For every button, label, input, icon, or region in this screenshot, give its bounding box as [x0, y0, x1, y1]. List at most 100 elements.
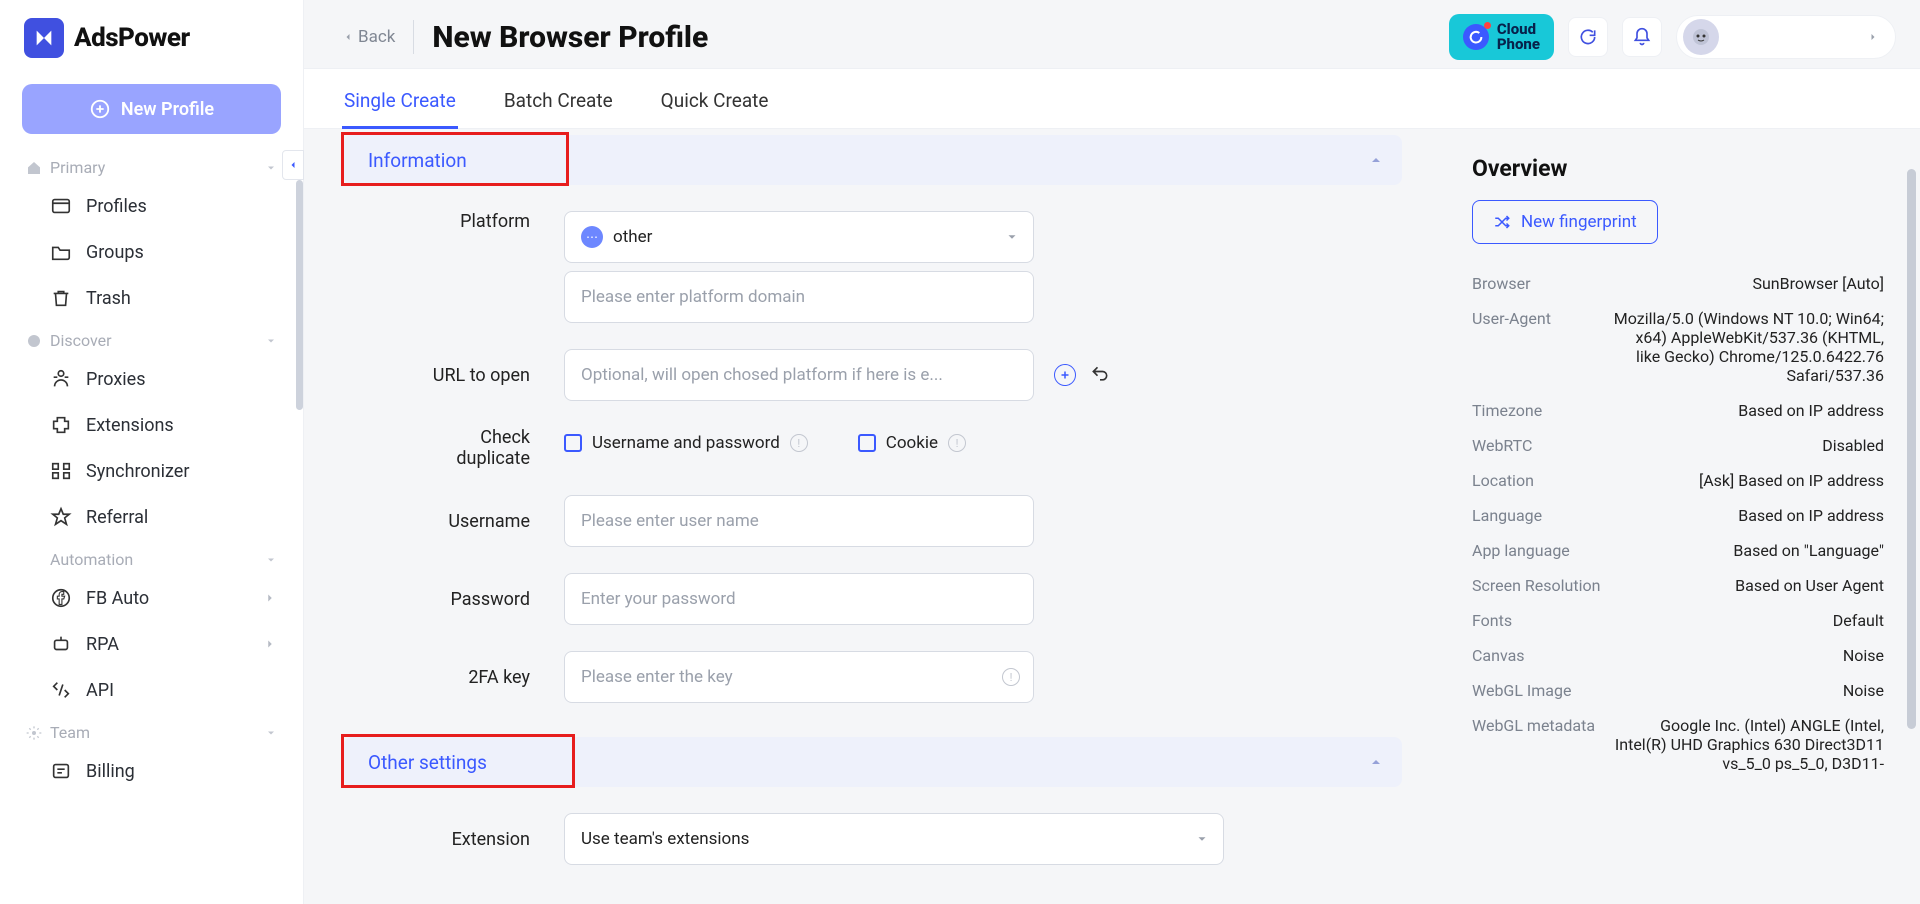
sidebar-item-rpa[interactable]: RPA [0, 621, 303, 667]
sidebar-item-fbauto[interactable]: FB Auto [0, 575, 303, 621]
overview-value: [Ask] Based on IP address [1610, 471, 1884, 490]
shuffle-icon [1493, 213, 1511, 231]
extension-select[interactable]: Use team's extensions [564, 813, 1224, 865]
tab-single-create[interactable]: Single Create [342, 79, 458, 128]
star-icon [50, 506, 72, 528]
platform-domain-input[interactable] [564, 271, 1034, 323]
tab-quick-create[interactable]: Quick Create [659, 79, 771, 128]
tfa-input[interactable] [564, 651, 1034, 703]
sidebar-item-proxies[interactable]: Proxies [0, 356, 303, 402]
add-url-button[interactable] [1054, 364, 1076, 386]
overview-row: TimezoneBased on IP address [1472, 393, 1884, 428]
nav-group-primary[interactable]: Primary [0, 148, 303, 183]
overview-panel: Overview New fingerprint BrowserSunBrows… [1442, 129, 1920, 904]
billing-icon [50, 760, 72, 782]
divider [413, 20, 414, 54]
facebook-icon [50, 587, 72, 609]
section-information-header[interactable]: Information [344, 135, 1402, 185]
password-input[interactable] [564, 573, 1034, 625]
chevron-up-icon [1368, 152, 1384, 168]
overview-list: BrowserSunBrowser [Auto]User-AgentMozill… [1472, 266, 1884, 781]
overview-value: Disabled [1610, 436, 1884, 455]
username-input[interactable] [564, 495, 1034, 547]
refresh-icon [1578, 27, 1598, 47]
proxies-icon [50, 368, 72, 390]
chevron-down-icon [265, 554, 277, 566]
nav-group-discover[interactable]: Discover [0, 321, 303, 356]
overview-row: User-AgentMozilla/5.0 (Windows NT 10.0; … [1472, 301, 1884, 393]
overview-row: WebGL metadataGoogle Inc. (Intel) ANGLE … [1472, 708, 1884, 781]
overview-key: WebRTC [1472, 436, 1592, 455]
info-icon[interactable]: ! [948, 434, 966, 452]
refresh-button[interactable] [1568, 17, 1608, 57]
new-fingerprint-button[interactable]: New fingerprint [1472, 200, 1658, 244]
brand-text: AdsPower [74, 23, 190, 53]
sidebar-item-referral[interactable]: Referral [0, 494, 303, 540]
overview-key: Timezone [1472, 401, 1592, 420]
overview-key: Screen Resolution [1472, 576, 1600, 595]
back-button[interactable]: Back [342, 27, 395, 47]
chevron-down-icon [1005, 230, 1019, 244]
plus-circle-icon [89, 98, 111, 120]
overview-key: Fonts [1472, 611, 1592, 630]
platform-select[interactable]: ⋯ other [564, 211, 1034, 263]
overview-value: Default [1610, 611, 1884, 630]
avatar-icon [1683, 19, 1719, 55]
sidebar-item-extensions[interactable]: Extensions [0, 402, 303, 448]
chevron-up-icon [1368, 754, 1384, 770]
overview-row: WebGL ImageNoise [1472, 673, 1884, 708]
overview-value: Noise [1610, 681, 1884, 700]
overview-key: Canvas [1472, 646, 1592, 665]
tfa-label: 2FA key [344, 667, 564, 688]
url-label: URL to open [344, 365, 564, 386]
home-icon [26, 160, 42, 176]
globe-icon: ⋯ [581, 226, 603, 248]
sidebar-item-api[interactable]: API [0, 667, 303, 713]
sidebar-item-billing[interactable]: Billing [0, 748, 303, 794]
chevron-right-icon [1867, 31, 1879, 43]
nav-group-team[interactable]: Team [0, 713, 303, 748]
sidebar-item-trash[interactable]: Trash [0, 275, 303, 321]
platform-label: Platform [344, 211, 564, 232]
puzzle-icon [50, 414, 72, 436]
notifications-button[interactable] [1622, 17, 1662, 57]
sidebar-item-groups[interactable]: Groups [0, 229, 303, 275]
new-profile-label: New Profile [121, 99, 214, 120]
sidebar-item-profiles[interactable]: Profiles [0, 183, 303, 229]
overview-row: Location[Ask] Based on IP address [1472, 463, 1884, 498]
form-area: Information Platform ⋯ other [304, 129, 1442, 904]
overview-row: LanguageBased on IP address [1472, 498, 1884, 533]
section-other-header[interactable]: Other settings [344, 737, 1402, 787]
overview-key: User-Agent [1472, 309, 1592, 385]
info-icon[interactable]: ! [1002, 668, 1020, 686]
brand-logo[interactable]: AdsPower [0, 18, 303, 74]
undo-icon[interactable] [1090, 364, 1110, 384]
logo-icon [24, 18, 64, 58]
chevron-down-icon [265, 335, 277, 347]
new-profile-button[interactable]: New Profile [22, 84, 281, 134]
cloud-phone-button[interactable]: Cloud Phone [1449, 14, 1554, 60]
chevron-down-icon [265, 727, 277, 739]
tab-batch-create[interactable]: Batch Create [502, 79, 615, 128]
overview-row: Screen ResolutionBased on User Agent [1472, 568, 1884, 603]
user-menu[interactable] [1676, 15, 1896, 59]
overview-scrollbar[interactable] [1907, 169, 1916, 729]
check-username-password[interactable]: Username and password ! [564, 433, 808, 453]
create-tabs: Single Create Batch Create Quick Create [304, 68, 1920, 129]
overview-value: Noise [1610, 646, 1884, 665]
chevron-left-icon [342, 31, 354, 43]
compass-icon [26, 333, 42, 349]
url-input[interactable] [564, 349, 1034, 401]
sidebar: AdsPower New Profile Primary Profiles Gr… [0, 0, 304, 904]
header: Back New Browser Profile Cloud Phone [304, 0, 1920, 68]
robot-icon [50, 633, 72, 655]
info-icon[interactable]: ! [790, 434, 808, 452]
chevron-down-icon [265, 162, 277, 174]
overview-value: Mozilla/5.0 (Windows NT 10.0; Win64; x64… [1610, 309, 1884, 385]
nav-group-automation[interactable]: Automation [0, 540, 303, 575]
sidebar-scrollbar[interactable] [296, 180, 303, 410]
sidebar-item-synchronizer[interactable]: Synchronizer [0, 448, 303, 494]
check-cookie[interactable]: Cookie ! [858, 433, 966, 453]
sidebar-collapse-button[interactable] [282, 150, 304, 180]
page-title: New Browser Profile [432, 20, 708, 55]
